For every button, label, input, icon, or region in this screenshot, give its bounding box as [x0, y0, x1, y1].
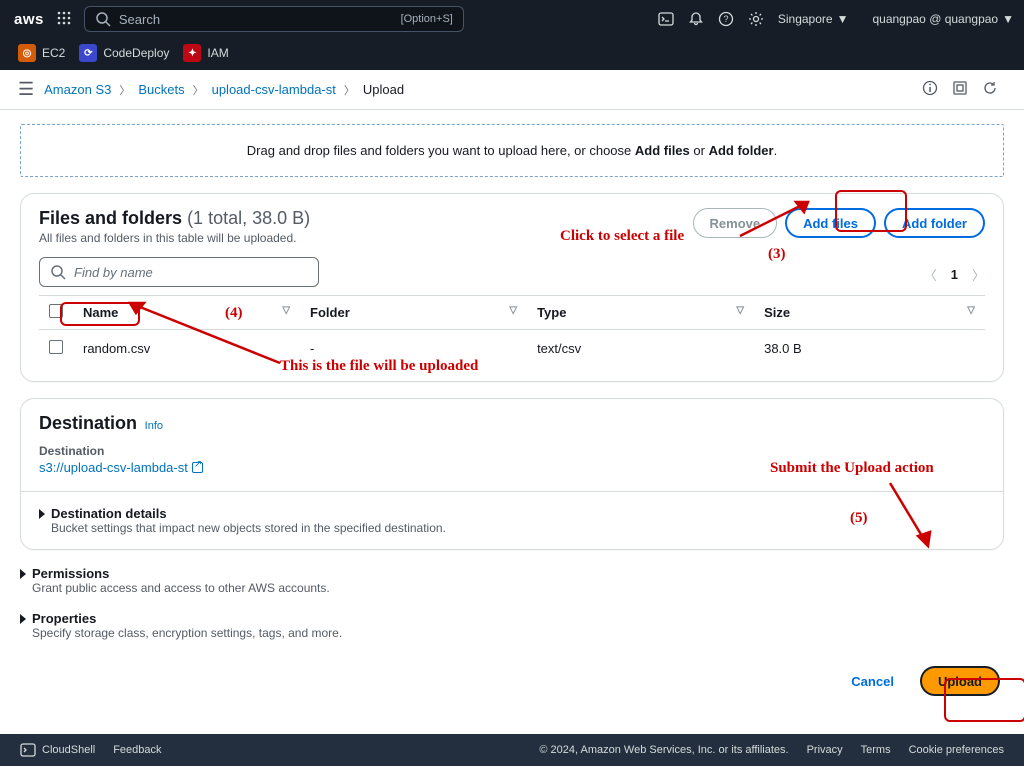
files-title: Files and folders (1 total, 38.0 B) — [39, 208, 310, 229]
annotation-arrow-5 — [880, 478, 950, 558]
sort-icon[interactable]: ▽ — [509, 305, 517, 316]
search-icon — [50, 264, 66, 280]
breadcrumb-s3[interactable]: Amazon S3 — [44, 82, 111, 97]
properties-toggle[interactable]: Properties — [20, 611, 1004, 626]
form-actions: Cancel Upload — [20, 666, 1004, 696]
chevron-down-icon: ▼ — [1002, 12, 1014, 26]
breadcrumb-buckets[interactable]: Buckets — [138, 82, 184, 97]
cloudshell-icon — [20, 742, 36, 758]
chevron-down-icon: ▼ — [837, 12, 849, 26]
search-shortcut: [Option+S] — [401, 13, 453, 25]
upload-page: Drag and drop files and folders you want… — [0, 110, 1024, 716]
terms-link[interactable]: Terms — [861, 744, 891, 756]
svg-text:?: ? — [723, 14, 728, 24]
external-link-icon — [192, 462, 203, 473]
info-link[interactable]: Info — [145, 420, 163, 432]
aws-logo[interactable]: aws — [14, 11, 44, 28]
destination-title: Destination Info — [39, 413, 985, 434]
cookie-link[interactable]: Cookie preferences — [909, 744, 1004, 756]
chevron-right-icon: 〉 — [344, 82, 355, 98]
annotation-arrow-4 — [120, 295, 290, 375]
account-menu[interactable]: quangpao @ quangpao ▼ — [872, 12, 1014, 26]
region-selector[interactable]: Singapore ▼ — [778, 12, 849, 26]
help-icon[interactable]: ? — [718, 11, 734, 27]
chevron-right-icon: 〉 — [119, 82, 130, 98]
expand-icon — [20, 614, 26, 624]
notifications-icon[interactable] — [688, 11, 704, 27]
permissions-toggle[interactable]: Permissions — [20, 566, 1004, 581]
file-size: 38.0 B — [754, 330, 985, 368]
destination-uri[interactable]: s3://upload-csv-lambda-st — [39, 460, 985, 475]
annotation-box-addfiles — [835, 190, 907, 232]
destination-label: Destination — [39, 444, 985, 458]
chevron-right-icon: 〉 — [193, 82, 204, 98]
favorites-bar: ◎EC2 ⟳CodeDeploy ✦IAM — [0, 38, 1024, 70]
breadcrumb: Amazon S3 〉 Buckets 〉 upload-csv-lambda-… — [44, 82, 404, 98]
destination-details-toggle[interactable]: Destination details — [39, 506, 985, 521]
sort-icon[interactable]: ▽ — [967, 305, 975, 316]
page-next[interactable]: 〉 — [972, 265, 985, 284]
global-footer: CloudShell Feedback © 2024, Amazon Web S… — [0, 734, 1024, 766]
feedback-link[interactable]: Feedback — [113, 744, 161, 756]
cloudshell-icon[interactable] — [658, 11, 674, 27]
page-number: 1 — [951, 267, 958, 282]
destination-panel: Destination Info Destination s3://upload… — [20, 398, 1004, 550]
breadcrumb-bucket-name[interactable]: upload-csv-lambda-st — [212, 82, 336, 97]
properties-section: Properties Specify storage class, encryp… — [20, 611, 1004, 640]
cloudshell-link[interactable]: CloudShell — [20, 742, 95, 758]
privacy-link[interactable]: Privacy — [807, 744, 843, 756]
search-placeholder: Search — [119, 12, 160, 27]
copyright: © 2024, Amazon Web Services, Inc. or its… — [539, 744, 788, 756]
search-icon — [95, 11, 111, 27]
side-nav-toggle[interactable]: ☰ — [8, 79, 44, 100]
refresh-icon[interactable] — [982, 80, 998, 99]
annotation-box-upload — [944, 678, 1024, 722]
find-by-name-input[interactable]: Find by name — [39, 257, 319, 287]
files-subtitle: All files and folders in this table will… — [39, 231, 310, 245]
settings-icon[interactable] — [748, 11, 764, 27]
file-folder: - — [300, 330, 527, 368]
expand-icon — [39, 509, 45, 519]
service-shortcut-ec2[interactable]: ◎EC2 — [14, 42, 69, 64]
destination-details-desc: Bucket settings that impact new objects … — [51, 521, 985, 535]
properties-desc: Specify storage class, encryption settin… — [32, 626, 1004, 640]
global-header: aws Search [Option+S] ? Singapore ▼ quan… — [0, 0, 1024, 70]
file-type: text/csv — [527, 330, 754, 368]
breadcrumb-current: Upload — [363, 82, 404, 97]
expand-icon — [20, 569, 26, 579]
dashboard-icon[interactable] — [952, 80, 968, 99]
row-checkbox[interactable] — [49, 340, 63, 354]
permissions-section: Permissions Grant public access and acce… — [20, 566, 1004, 595]
permissions-desc: Grant public access and access to other … — [32, 581, 1004, 595]
services-menu-icon[interactable] — [50, 10, 78, 29]
drop-zone[interactable]: Drag and drop files and folders you want… — [20, 124, 1004, 177]
breadcrumb-bar: ☰ Amazon S3 〉 Buckets 〉 upload-csv-lambd… — [0, 70, 1024, 110]
service-shortcut-iam[interactable]: ✦IAM — [179, 42, 232, 64]
service-shortcut-codedeploy[interactable]: ⟳CodeDeploy — [75, 42, 173, 64]
sort-icon[interactable]: ▽ — [736, 305, 744, 316]
cancel-button[interactable]: Cancel — [835, 666, 910, 696]
pagination: 〈 1 〉 — [924, 265, 985, 284]
page-prev[interactable]: 〈 — [924, 265, 937, 284]
global-search[interactable]: Search [Option+S] — [84, 6, 464, 32]
annotation-arrow-3 — [730, 196, 830, 246]
info-icon[interactable] — [922, 80, 938, 99]
